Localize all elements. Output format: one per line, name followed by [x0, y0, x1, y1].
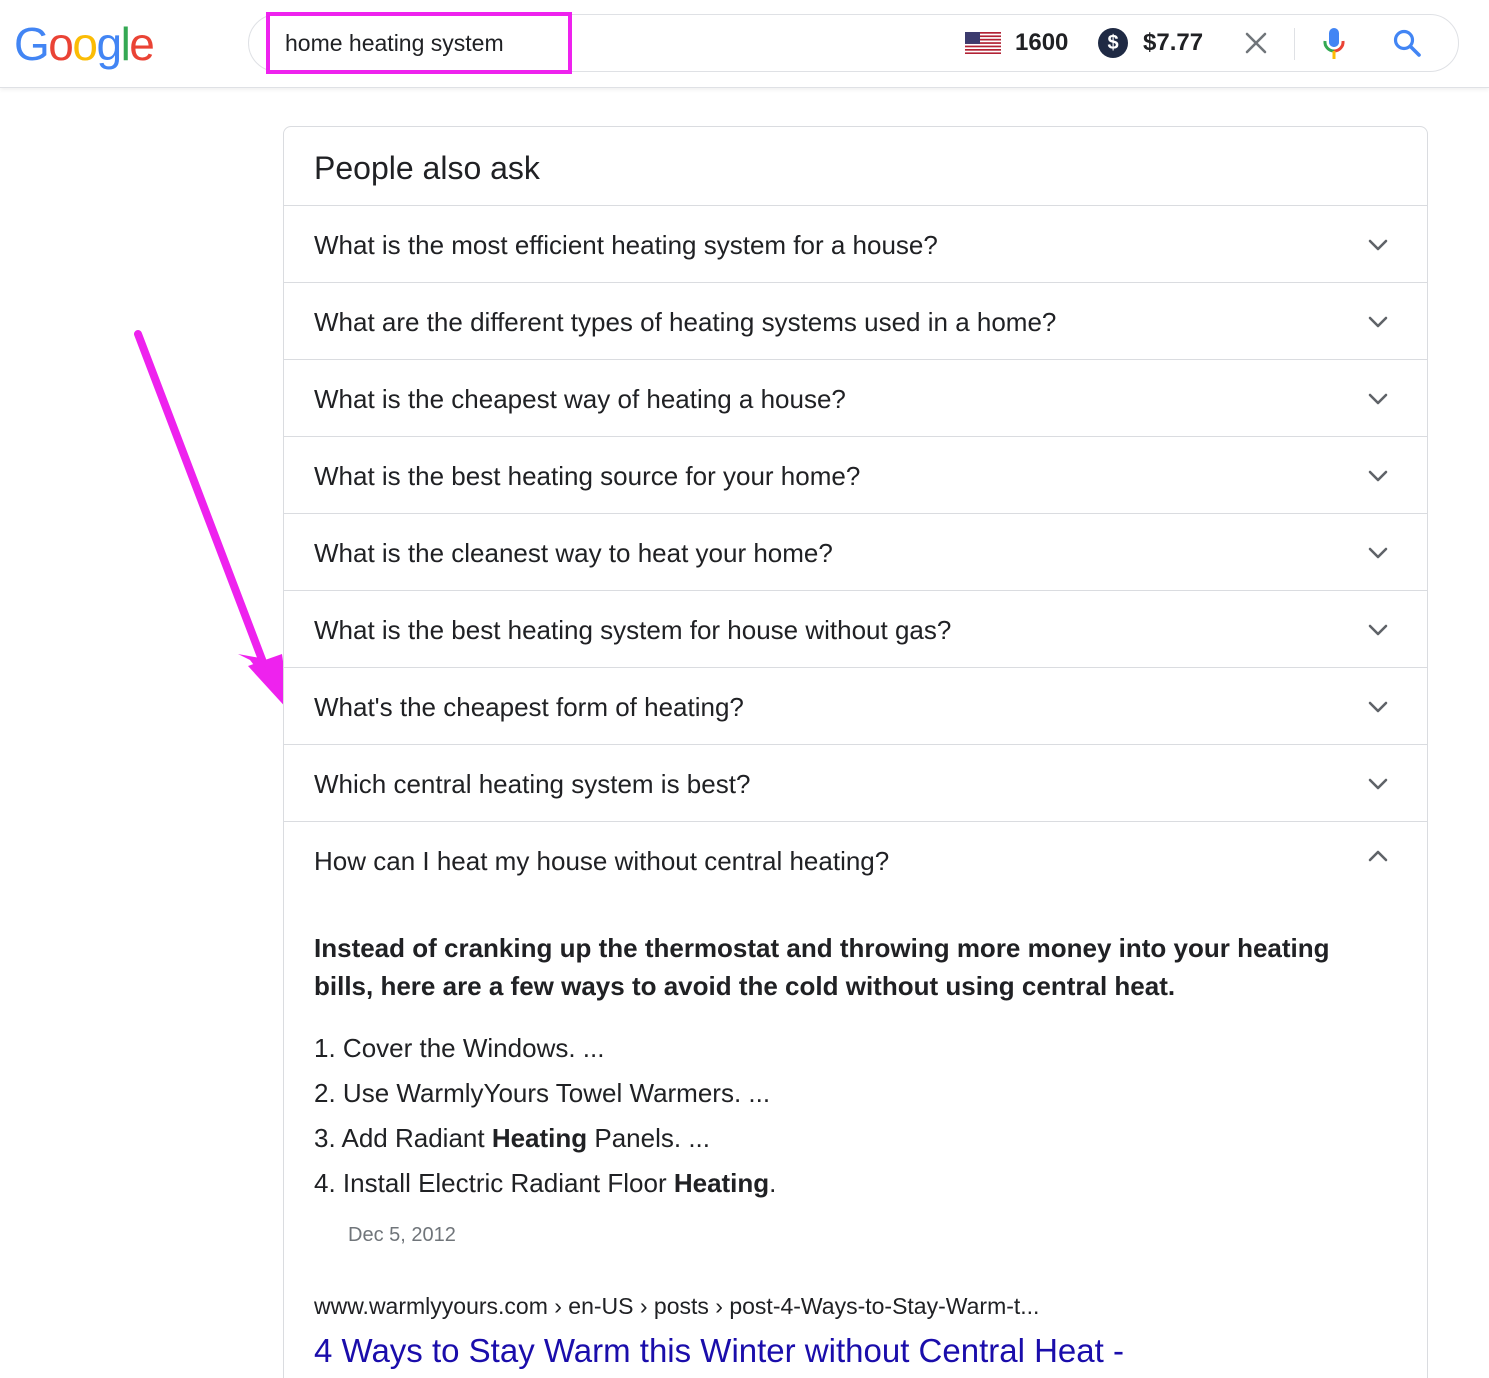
list-text: . [769, 1168, 777, 1198]
paa-question-row[interactable]: What is the most efficient heating syste… [284, 206, 1427, 283]
list-number: 2. [314, 1078, 336, 1108]
logo-letter: g [96, 18, 122, 70]
paa-question-text: What is the most efficient heating syste… [314, 230, 938, 260]
list-number: 3. [314, 1123, 336, 1153]
paa-title: People also ask [314, 150, 540, 186]
list-item: 4. Install Electric Radiant Floor Heatin… [314, 1166, 776, 1200]
list-text-bold: Heating [491, 1123, 588, 1153]
logo-letter: G [14, 18, 50, 70]
cpc-value: $7.77 [1143, 29, 1204, 56]
answer-summary: Instead of cranking up the thermostat an… [314, 933, 1330, 1001]
dollar-icon: $ [1098, 28, 1128, 58]
paa-question-row[interactable]: What is the cleanest way to heat your ho… [284, 514, 1427, 591]
paa-question-row[interactable]: What is the best heating source for your… [284, 437, 1427, 514]
chevron-down-icon[interactable] [1366, 310, 1390, 334]
us-flag-icon [965, 32, 1001, 54]
paa-question-text: What is the best heating system for hous… [314, 615, 952, 645]
paa-question-text: What is the cheapest way of heating a ho… [314, 384, 846, 414]
chevron-down-icon[interactable] [1366, 541, 1390, 565]
close-icon[interactable] [1242, 29, 1270, 57]
chevron-down-icon[interactable] [1366, 387, 1390, 411]
list-text: Add Radiant [341, 1123, 492, 1153]
list-item: 3. Add Radiant Heating Panels. ... [314, 1121, 710, 1155]
list-number: 4. [314, 1168, 336, 1198]
paa-question-text: How can I heat my house without central … [314, 846, 890, 876]
divider [1294, 28, 1295, 60]
paa-question-text: What is the best heating source for your… [314, 461, 861, 491]
logo-letter: o [72, 18, 98, 70]
paa-question-text: What is the cleanest way to heat your ho… [314, 538, 833, 568]
paa-question-text: Which central heating system is best? [314, 769, 751, 799]
paa-question-row-expanded[interactable]: How can I heat my house without central … [284, 822, 1427, 899]
paa-question-text: What's the cheapest form of heating? [314, 692, 744, 722]
result-title-link[interactable]: 4 Ways to Stay Warm this Winter without … [314, 1330, 1124, 1372]
paa-question-row[interactable]: Which central heating system is best? [284, 745, 1427, 822]
list-text: Panels. ... [587, 1123, 710, 1153]
list-item: 2. Use WarmlyYours Towel Warmers. ... [314, 1076, 770, 1110]
people-also-ask-panel: People also ask What is the most efficie… [283, 126, 1428, 1378]
logo-letter: l [120, 18, 131, 70]
search-icon[interactable] [1392, 28, 1422, 58]
chevron-up-icon[interactable] [1366, 844, 1390, 868]
search-input[interactable]: home heating system [285, 28, 504, 58]
list-text: Use WarmlyYours Towel Warmers. ... [342, 1078, 771, 1108]
list-text-bold: Heating [673, 1168, 770, 1198]
answer-date: Dec 5, 2012 [348, 1224, 456, 1246]
list-number: 1. [314, 1033, 336, 1063]
list-text: Install Electric Radiant Floor [342, 1168, 674, 1198]
logo-letter: e [129, 18, 155, 70]
paa-question-row[interactable]: What is the best heating system for hous… [284, 591, 1427, 668]
paa-question-row[interactable]: What are the different types of heating … [284, 283, 1427, 360]
logo-letter: o [48, 18, 74, 70]
search-volume: 1600 [1015, 29, 1069, 56]
chevron-down-icon[interactable] [1366, 618, 1390, 642]
list-text: Cover the Windows. ... [342, 1033, 605, 1063]
header: Google home heating system 1600 $ $7.77 [0, 0, 1489, 88]
chevron-down-icon[interactable] [1366, 772, 1390, 796]
paa-question-text: What are the different types of heating … [314, 307, 1057, 337]
chevron-down-icon[interactable] [1366, 233, 1390, 257]
microphone-icon[interactable] [1320, 26, 1348, 62]
paa-question-row[interactable]: What is the cheapest way of heating a ho… [284, 360, 1427, 437]
google-logo[interactable]: Google [14, 14, 155, 74]
result-breadcrumb[interactable]: www.warmlyyours.com › en-US › posts › po… [314, 1291, 1039, 1321]
chevron-down-icon[interactable] [1366, 464, 1390, 488]
list-item: 1. Cover the Windows. ... [314, 1031, 604, 1065]
paa-question-row[interactable]: What's the cheapest form of heating? [284, 668, 1427, 745]
chevron-down-icon[interactable] [1366, 695, 1390, 719]
